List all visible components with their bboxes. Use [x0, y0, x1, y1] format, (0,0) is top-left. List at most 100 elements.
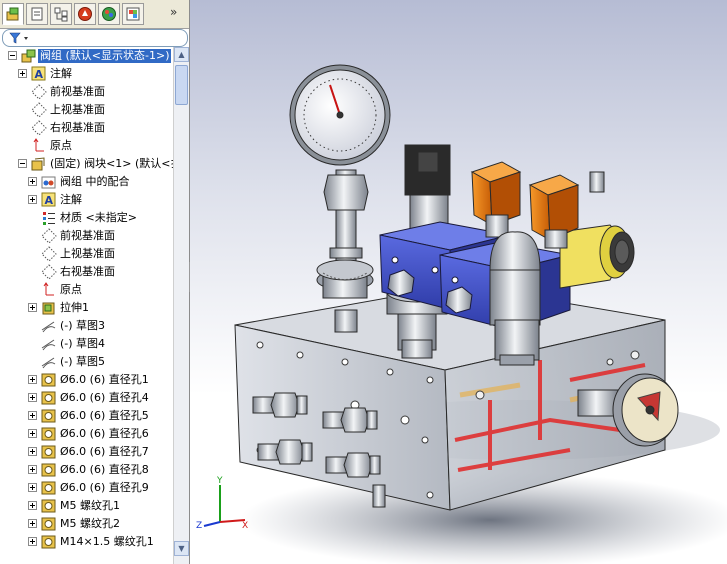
tree-item-label: Ø6.0 (6) 直径孔8 — [60, 463, 149, 476]
collapse-minus-icon[interactable] — [8, 51, 17, 60]
svg-text:A: A — [45, 194, 54, 207]
tree-filter-field[interactable] — [2, 29, 188, 47]
property-manager-icon — [31, 7, 43, 21]
expand-plus-icon[interactable] — [28, 501, 37, 510]
material-icon — [43, 212, 55, 225]
tree-item[interactable]: (固定) 阀块<1> (默认<扌 — [0, 155, 173, 173]
collapse-minus-icon[interactable] — [18, 159, 27, 168]
tree-item[interactable]: M5 螺纹孔2 — [0, 515, 173, 533]
tree-item[interactable]: M14×1.5 螺纹孔1 — [0, 533, 173, 551]
expand-plus-icon[interactable] — [28, 303, 37, 312]
hole-icon — [41, 391, 56, 405]
expand-plus-icon[interactable] — [28, 195, 37, 204]
tree-item-label: M14×1.5 螺纹孔1 — [60, 535, 154, 548]
scroll-thumb[interactable] — [175, 65, 188, 105]
tree-item[interactable]: 原点 — [0, 281, 173, 299]
configuration-manager-tab[interactable] — [50, 3, 72, 25]
tree-item[interactable]: (-) 草图5 — [0, 353, 173, 371]
tree-item[interactable]: A 注解 — [0, 65, 173, 83]
plane-icon — [31, 102, 47, 118]
tree-item[interactable]: M5 螺纹孔1 — [0, 497, 173, 515]
tree-item-label: Ø6.0 (6) 直径孔1 — [60, 373, 149, 386]
render-manager-tab[interactable] — [122, 3, 144, 25]
triad-y-label: Y — [216, 476, 223, 486]
sketch-icon — [41, 339, 56, 351]
more-tabs-chevron-icon[interactable]: » — [170, 5, 177, 19]
tree-item[interactable]: Ø6.0 (6) 直径孔7 — [0, 443, 173, 461]
triad-z-label: Z — [196, 521, 202, 531]
expand-plus-icon[interactable] — [28, 375, 37, 384]
expand-plus-icon[interactable] — [28, 177, 37, 186]
tree-vertical-scrollbar[interactable]: ▲ ▼ — [173, 47, 189, 564]
expand-plus-icon[interactable] — [28, 483, 37, 492]
hole-icon — [41, 535, 56, 549]
expand-plus-icon[interactable] — [28, 519, 37, 528]
origin-icon — [43, 282, 54, 296]
tree-item[interactable]: 阀组 (默认<显示状态-1>) — [0, 47, 173, 65]
tree-item-label: 右视基准面 — [60, 265, 115, 278]
hole-icon — [41, 409, 56, 423]
tree-item[interactable]: Ø6.0 (6) 直径孔9 — [0, 479, 173, 497]
tree-item[interactable]: Ø6.0 (6) 直径孔1 — [0, 371, 173, 389]
scroll-up-button[interactable]: ▲ — [174, 47, 189, 62]
tree-item-label: 前视基准面 — [50, 85, 105, 98]
tree-item[interactable]: 右视基准面 — [0, 263, 173, 281]
hole-icon — [41, 373, 56, 387]
tree-item-label: 原点 — [50, 139, 72, 152]
tree-item[interactable]: 前视基准面 — [0, 83, 173, 101]
mates-icon — [41, 176, 56, 189]
tree-item-label: 注解 — [60, 193, 82, 206]
tree-item-label: Ø6.0 (6) 直径孔4 — [60, 391, 149, 404]
pressure-gauge — [289, 64, 391, 333]
tree-item[interactable]: 拉伸1 — [0, 299, 173, 317]
render-manager-icon — [126, 7, 140, 21]
annotation-icon: A — [31, 66, 46, 81]
triad-z-axis — [203, 521, 221, 527]
annotation-icon: A — [41, 192, 56, 207]
graphics-viewport[interactable]: Y X Z — [190, 0, 727, 564]
manager-tab-bar: » — [0, 0, 189, 29]
plane-icon — [31, 120, 47, 136]
dimxpert-manager-tab[interactable] — [74, 3, 96, 25]
expand-plus-icon[interactable] — [28, 429, 37, 438]
tree-item[interactable]: (-) 草图4 — [0, 335, 173, 353]
valve-assembly-model: Y X Z — [196, 64, 727, 564]
feature-manager-tab[interactable] — [2, 3, 24, 25]
triad-x-label: X — [242, 521, 248, 531]
tree-item[interactable]: Ø6.0 (6) 直径孔8 — [0, 461, 173, 479]
tree-item[interactable]: Ø6.0 (6) 直径孔5 — [0, 407, 173, 425]
tree-item-label: (固定) 阀块<1> (默认<扌 — [50, 157, 173, 170]
tree-item[interactable]: 上视基准面 — [0, 245, 173, 263]
tree-item-label: (-) 草图4 — [60, 337, 106, 350]
tree-item[interactable]: (-) 草图3 — [0, 317, 173, 335]
tree-item[interactable]: 材质 <未指定> — [0, 209, 173, 227]
tree-item[interactable]: 阀组 中的配合 — [0, 173, 173, 191]
plane-icon — [41, 228, 57, 244]
tree-item[interactable]: Ø6.0 (6) 直径孔6 — [0, 425, 173, 443]
tree-item-label: Ø6.0 (6) 直径孔5 — [60, 409, 149, 422]
feature-manager-pane: » 阀组 (默认<显示状态-1>) A 注解 前视基准面 上视基准面 右视基准面 原点 (固定… — [0, 0, 190, 564]
expand-plus-icon[interactable] — [28, 393, 37, 402]
scroll-down-button[interactable]: ▼ — [174, 541, 189, 556]
expand-plus-icon[interactable] — [28, 447, 37, 456]
expand-plus-icon[interactable] — [18, 69, 27, 78]
tree-item[interactable]: 右视基准面 — [0, 119, 173, 137]
tree-item[interactable]: Ø6.0 (6) 直径孔4 — [0, 389, 173, 407]
tree-item-label: 前视基准面 — [60, 229, 115, 242]
plane-icon — [41, 246, 57, 262]
tree-item[interactable]: 原点 — [0, 137, 173, 155]
expand-plus-icon[interactable] — [28, 411, 37, 420]
expand-plus-icon[interactable] — [28, 465, 37, 474]
tree-item-label: 右视基准面 — [50, 121, 105, 134]
tree-item[interactable]: 上视基准面 — [0, 101, 173, 119]
display-manager-tab[interactable] — [98, 3, 120, 25]
tree-item-label: 拉伸1 — [60, 301, 89, 314]
tree-item[interactable]: A 注解 — [0, 191, 173, 209]
tree-item-label: 材质 <未指定> — [60, 211, 137, 224]
dimxpert-manager-icon — [78, 7, 92, 21]
property-manager-tab[interactable] — [26, 3, 48, 25]
tree-item-label: 注解 — [50, 67, 72, 80]
expand-plus-icon[interactable] — [28, 537, 37, 546]
tree-item[interactable]: 前视基准面 — [0, 227, 173, 245]
tree-item-label: 原点 — [60, 283, 82, 296]
